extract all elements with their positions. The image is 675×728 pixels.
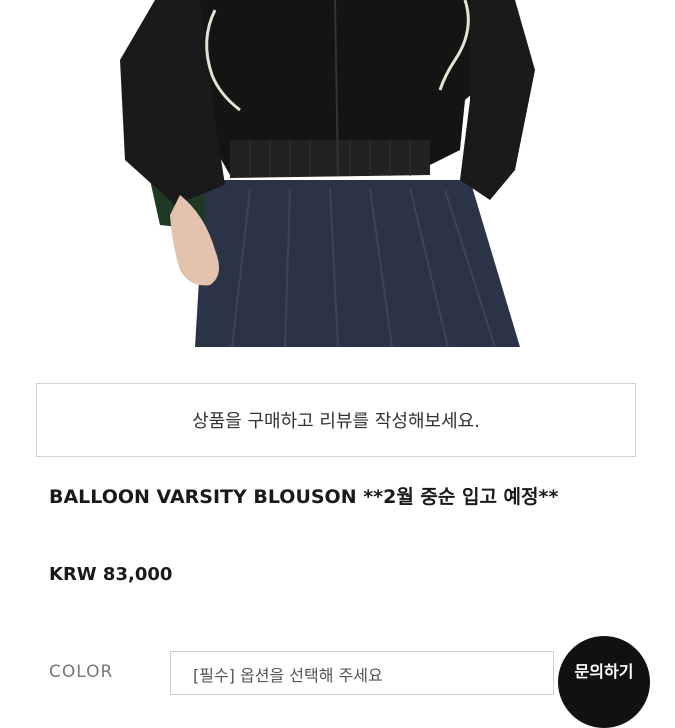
color-option-select[interactable]: [필수] 옵션을 선택해 주세요 bbox=[170, 651, 554, 695]
product-price: KRW 83,000 bbox=[49, 564, 173, 585]
product-title: BALLOON VARSITY BLOUSON **2월 중순 입고 예정** bbox=[49, 486, 559, 508]
write-review-button[interactable]: 상품을 구매하고 리뷰를 작성해보세요. bbox=[36, 383, 636, 457]
color-option-label: COLOR bbox=[49, 662, 114, 682]
product-photo bbox=[0, 0, 675, 347]
inquiry-button[interactable]: 문의하기 bbox=[558, 636, 650, 728]
color-option-placeholder: [필수] 옵션을 선택해 주세요 bbox=[193, 666, 383, 685]
product-image bbox=[120, 0, 535, 347]
review-prompt-text: 상품을 구매하고 리뷰를 작성해보세요. bbox=[192, 411, 480, 432]
inquiry-button-label: 문의하기 bbox=[574, 662, 634, 681]
skirt-shape bbox=[195, 180, 520, 347]
